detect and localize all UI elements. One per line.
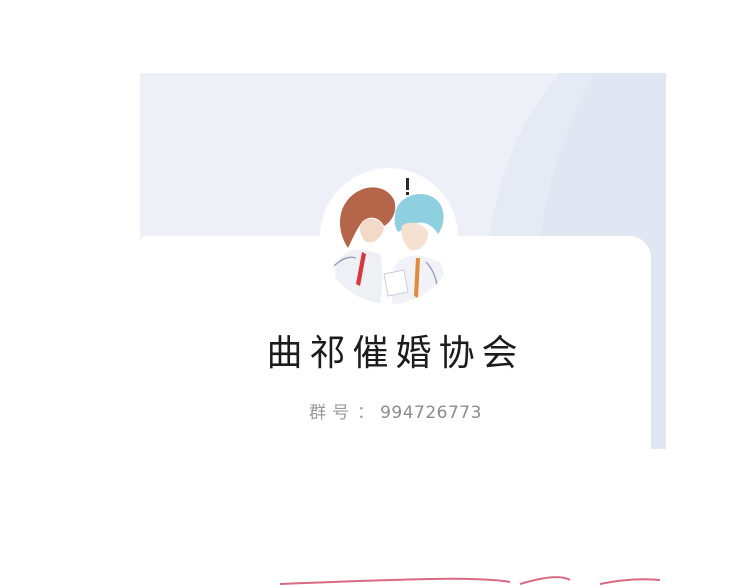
group-id-separator: ： [357, 403, 375, 423]
group-id-row: 群号： 994726773 [140, 400, 651, 426]
anime-couple-avatar-icon [322, 170, 456, 304]
group-name: 曲祁催婚协会 [266, 333, 525, 374]
group-profile-screen: 曲祁催婚协会 群号： 994726773 [0, 0, 750, 586]
group-id-label: 群号 [309, 403, 356, 423]
bottom-decoration-line [279, 576, 661, 585]
group-id-value[interactable]: 994726773 [380, 403, 482, 423]
group-avatar[interactable] [322, 170, 456, 304]
